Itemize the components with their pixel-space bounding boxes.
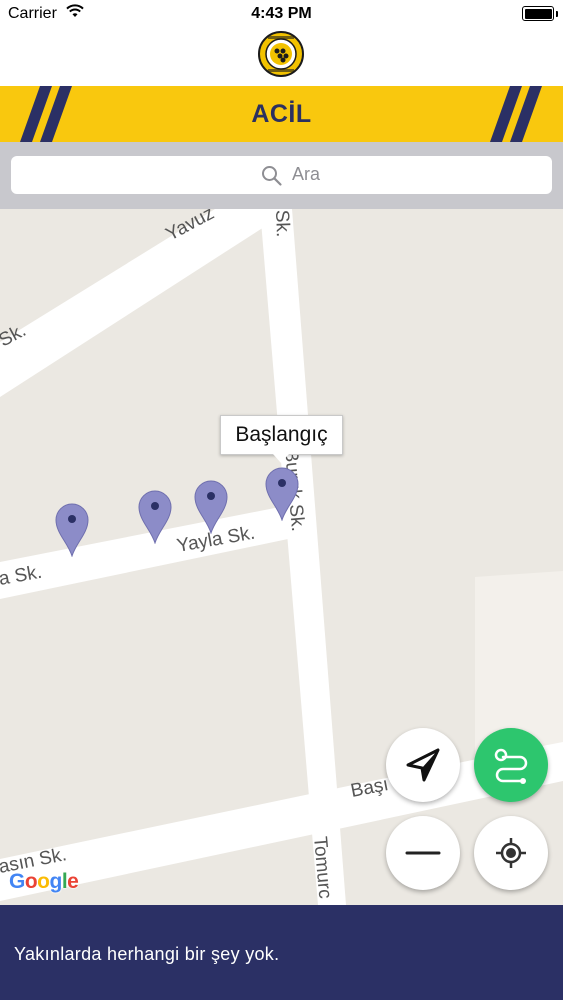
search-input[interactable] [292,164,492,185]
map-pin-2[interactable] [138,490,172,545]
map-pin-start[interactable] [265,467,299,522]
search-bar [0,142,563,209]
map-view[interactable]: Yavuz Sk. Sk. Yayla Sk. a Sk. Buruk Sk. … [0,209,563,905]
clock: 4:43 PM [251,5,312,22]
bottom-info-bar: Yakınlarda herhangi bir şey yok. [0,905,563,1000]
route-button[interactable] [474,728,548,802]
google-attribution-logo: Google [9,870,79,893]
crosshair-icon [496,838,526,868]
zoom-out-button[interactable] [386,816,460,890]
battery-full-icon [522,6,558,21]
street-label-tomurcuk: Tomurc [309,836,335,900]
buca-belediyesi-logo [258,31,304,77]
search-box[interactable] [11,156,552,194]
navigation-arrow-icon [406,748,440,782]
logo-bar [0,28,563,86]
street-label-yavuz-sk: Sk. [271,209,293,237]
status-bar: Carrier 4:43 PM [0,0,563,28]
minus-icon [405,851,441,855]
start-callout[interactable]: Başlangıç [220,415,343,463]
title-bar: ACİL [0,86,563,142]
map-pin-1[interactable] [55,503,89,558]
empty-results-message: Yakınlarda herhangi bir şey yok. [14,944,280,964]
page-title: ACİL [251,100,312,128]
navigate-button[interactable] [386,728,460,802]
map-pin-3[interactable] [194,480,228,535]
locate-me-button[interactable] [474,816,548,890]
search-icon [261,165,283,192]
route-icon [494,748,528,784]
street-yavuz [0,209,292,397]
